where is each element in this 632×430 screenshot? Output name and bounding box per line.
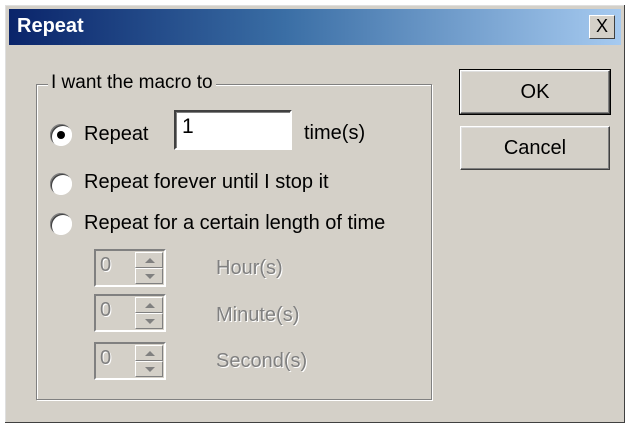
seconds-value: 0	[100, 347, 112, 369]
hours-up-button	[135, 252, 163, 268]
minutes-spinner: 0	[94, 294, 166, 332]
seconds-spin-buttons	[135, 345, 163, 377]
minutes-up-button	[135, 297, 163, 313]
radio-repeat-duration-label[interactable]: Repeat for a certain length of time	[84, 212, 385, 235]
radio-repeat-forever-label[interactable]: Repeat forever until I stop it	[84, 171, 329, 194]
cancel-button[interactable]: Cancel	[460, 126, 610, 170]
radio-repeat[interactable]	[50, 124, 72, 146]
hours-unit-label: Hour(s)	[216, 257, 283, 279]
repeat-count-input[interactable]: 1	[174, 110, 292, 150]
hours-spin-buttons	[135, 252, 163, 284]
arrow-up-icon	[145, 303, 155, 308]
radio-repeat-forever[interactable]	[50, 173, 72, 195]
times-unit-label: time(s)	[304, 122, 366, 144]
title-bar: Repeat X	[9, 9, 621, 45]
hours-spinner: 0	[94, 249, 166, 287]
radio-repeat-label[interactable]: Repeat	[84, 123, 149, 146]
seconds-down-button	[135, 361, 163, 377]
seconds-up-button	[135, 345, 163, 361]
seconds-spinner: 0	[94, 342, 166, 380]
minutes-down-button	[135, 313, 163, 329]
close-button[interactable]: X	[589, 15, 615, 39]
seconds-unit-label: Second(s)	[216, 350, 308, 372]
ok-button[interactable]: OK	[459, 69, 611, 115]
hours-down-button	[135, 268, 163, 284]
group-legend: I want the macro to	[48, 72, 216, 94]
hours-value: 0	[100, 254, 112, 276]
minutes-unit-label: Minute(s)	[216, 304, 300, 326]
close-icon: X	[595, 16, 608, 36]
arrow-up-icon	[145, 258, 155, 263]
arrow-down-icon	[145, 319, 155, 324]
window-title: Repeat	[17, 15, 84, 37]
radio-selected-dot	[57, 131, 65, 139]
arrow-up-icon	[145, 351, 155, 356]
arrow-down-icon	[145, 367, 155, 372]
arrow-down-icon	[145, 274, 155, 279]
minutes-spin-buttons	[135, 297, 163, 329]
minutes-value: 0	[100, 299, 112, 321]
radio-repeat-duration[interactable]	[50, 213, 72, 235]
